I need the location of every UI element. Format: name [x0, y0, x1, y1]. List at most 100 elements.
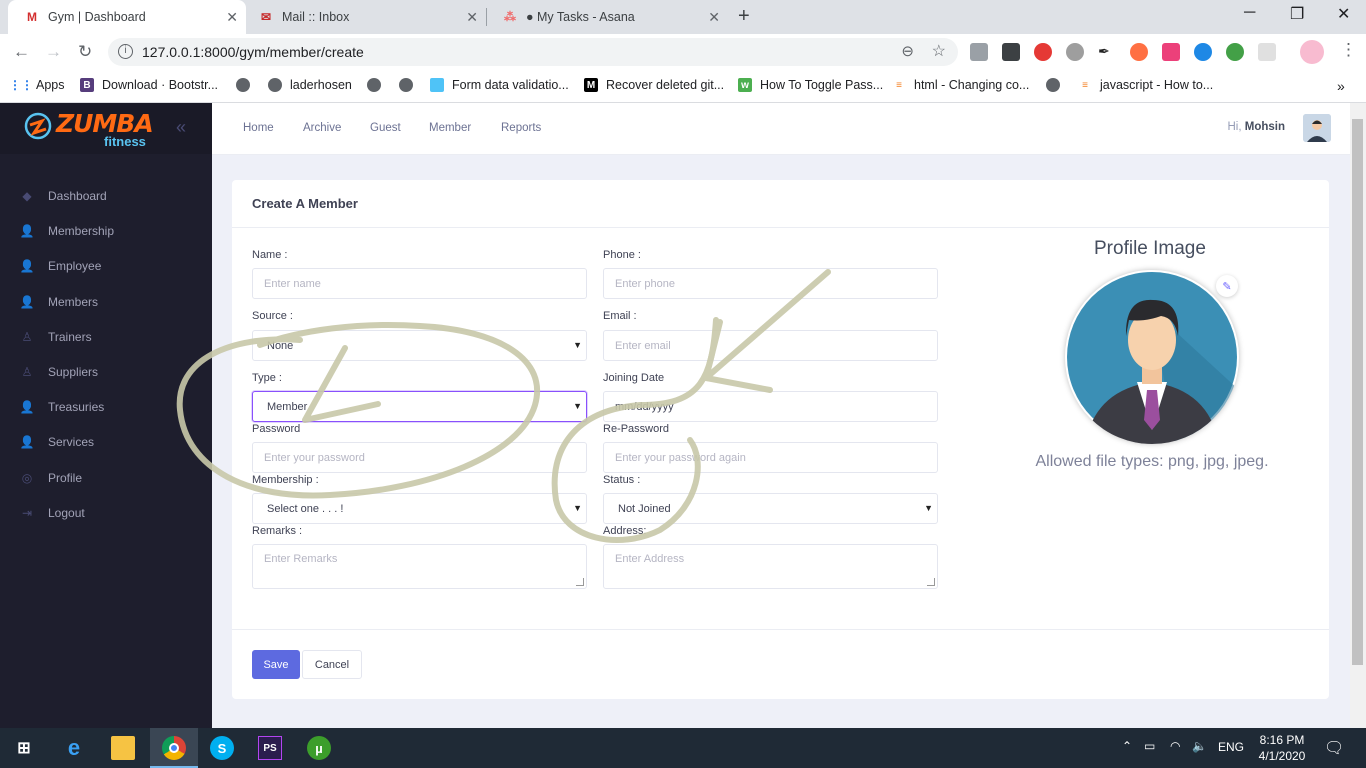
bookmark-globe[interactable]: [399, 78, 421, 92]
extension-icon[interactable]: [1226, 43, 1244, 61]
sidebar-item-suppliers[interactable]: ♙ Suppliers: [0, 354, 212, 389]
chevron-down-icon: ▼: [924, 503, 933, 513]
skype-icon[interactable]: S: [210, 736, 234, 760]
mail-icon: ✉: [260, 10, 272, 24]
extension-icon[interactable]: [1130, 43, 1148, 61]
globe-icon: [268, 78, 282, 92]
minimize-icon[interactable]: ─: [1244, 4, 1255, 22]
bookmark-laderhosen[interactable]: laderhosen: [268, 78, 352, 92]
sidebar-item-logout[interactable]: ⇥ Logout: [0, 495, 212, 530]
bookmark-javascript[interactable]: ≡ javascript - How to...: [1078, 78, 1213, 92]
save-button[interactable]: Save: [252, 650, 300, 679]
reload-icon[interactable]: ↻: [78, 42, 92, 62]
resize-handle-icon[interactable]: [927, 578, 935, 586]
close-icon[interactable]: ✕: [708, 9, 720, 26]
clock[interactable]: 8:16 PM 4/1/2020: [1252, 732, 1312, 764]
asana-icon: ⁂: [504, 10, 516, 24]
bookmark-html-changing[interactable]: ≡ html - Changing co...: [892, 78, 1029, 92]
bookmark-label: How To Toggle Pass...: [760, 78, 884, 92]
sidebar-item-treasuries[interactable]: 👤 Treasuries: [0, 389, 212, 424]
battery-icon[interactable]: ▭: [1144, 739, 1155, 753]
page-scrollbar[interactable]: [1350, 103, 1366, 728]
zoom-icon[interactable]: ⊖: [901, 42, 914, 60]
edit-pencil-icon[interactable]: ✎: [1216, 275, 1238, 297]
sidebar-item-profile[interactable]: ◎ Profile: [0, 460, 212, 495]
sidebar-item-membership[interactable]: 👤 Membership: [0, 213, 212, 248]
user-greeting[interactable]: Hi, Mohsin: [1227, 121, 1285, 133]
resize-handle-icon[interactable]: [576, 578, 584, 586]
tab-mail-inbox[interactable]: ✉ Mail :: Inbox ✕: [242, 0, 486, 34]
membership-select[interactable]: Select one . . . ! ▼: [252, 493, 587, 524]
taskbar-chrome-active[interactable]: [150, 728, 198, 768]
wordpress-icon[interactable]: [1066, 43, 1084, 61]
file-explorer-icon[interactable]: [111, 736, 135, 760]
address-bar[interactable]: i 127.0.0.1:8000/gym/member/create ⊖ ☆: [108, 38, 958, 66]
wifi-icon[interactable]: ◠: [1170, 739, 1180, 753]
language-indicator[interactable]: ENG: [1218, 740, 1244, 754]
windows-start-icon[interactable]: ⊞: [12, 736, 36, 760]
notifications-icon[interactable]: 🗨: [1324, 738, 1344, 758]
more-bookmarks-icon[interactable]: »: [1337, 78, 1345, 94]
extension-icon[interactable]: [1162, 43, 1180, 61]
sidebar-item-dashboard[interactable]: ◆ Dashboard: [0, 178, 212, 213]
email-input[interactable]: Enter email: [603, 330, 938, 361]
address-textarea[interactable]: Enter Address: [603, 544, 938, 589]
joining-date-input[interactable]: mm/dd/yyyy: [603, 391, 938, 422]
bookmark-globe[interactable]: [1046, 78, 1068, 92]
name-input[interactable]: Enter name: [252, 268, 587, 299]
new-tab-button[interactable]: +: [738, 5, 750, 28]
bookmark-form-validation[interactable]: Form data validatio...: [430, 78, 569, 92]
adblock-icon[interactable]: [1034, 43, 1052, 61]
remarks-textarea[interactable]: Enter Remarks: [252, 544, 587, 589]
tab-asana[interactable]: ⁂ ● My Tasks - Asana ✕: [486, 0, 728, 34]
avatar[interactable]: [1303, 114, 1331, 142]
phone-input[interactable]: Enter phone: [603, 268, 938, 299]
repassword-input[interactable]: Enter your password again: [603, 442, 938, 473]
nav-archive[interactable]: Archive: [303, 122, 341, 134]
menu-icon[interactable]: ⋮: [1340, 40, 1357, 60]
scrollbar-thumb[interactable]: [1352, 119, 1363, 665]
collapse-sidebar-icon[interactable]: «: [176, 117, 186, 138]
edge-icon[interactable]: e: [62, 735, 86, 760]
phpstorm-icon[interactable]: PS: [258, 736, 282, 760]
close-icon[interactable]: ✕: [466, 9, 478, 26]
window-close-icon[interactable]: ✕: [1337, 4, 1350, 24]
sidebar-item-services[interactable]: 👤 Services: [0, 424, 212, 459]
chevron-up-icon[interactable]: ⌃: [1122, 739, 1132, 753]
volume-icon[interactable]: 🔈: [1192, 739, 1207, 753]
bookmark-apps[interactable]: ⋮⋮ Apps: [9, 78, 65, 92]
tab-gym-dashboard[interactable]: M Gym | Dashboard ✕: [8, 0, 246, 34]
nav-member[interactable]: Member: [429, 122, 471, 134]
status-select[interactable]: Not Joined ▼: [603, 493, 938, 524]
back-icon[interactable]: ←: [13, 42, 30, 62]
nav-guest[interactable]: Guest: [370, 122, 401, 134]
type-select[interactable]: Member ▼: [252, 391, 587, 422]
source-select[interactable]: None ▼: [252, 330, 587, 361]
profile-image[interactable]: [1065, 270, 1239, 444]
site-info-icon[interactable]: i: [118, 44, 133, 59]
bookmark-recover-git[interactable]: M Recover deleted git...: [584, 78, 724, 92]
bookmark-star-icon[interactable]: ☆: [932, 41, 946, 61]
restore-icon[interactable]: ❐: [1290, 4, 1304, 24]
pen-icon[interactable]: ✒: [1098, 43, 1116, 61]
nav-reports[interactable]: Reports: [501, 122, 541, 134]
bookmark-bootstrap[interactable]: B Download · Bootstr...: [80, 78, 218, 92]
shield-icon[interactable]: [1258, 43, 1276, 61]
bookmark-globe[interactable]: [236, 78, 258, 92]
extension-icon[interactable]: [1194, 43, 1212, 61]
forward-icon[interactable]: →: [45, 42, 62, 62]
extension-icon[interactable]: [1002, 43, 1020, 61]
close-icon[interactable]: ✕: [226, 9, 238, 26]
profile-avatar-icon[interactable]: [1300, 40, 1324, 64]
nav-home[interactable]: Home: [243, 122, 274, 134]
bookmark-globe[interactable]: [367, 78, 389, 92]
utorrent-icon[interactable]: µ: [307, 736, 331, 760]
sidebar-item-members[interactable]: 👤 Members: [0, 284, 212, 319]
sidebar-item-employee[interactable]: 👤 Employee: [0, 248, 212, 283]
sidebar-item-label: Logout: [48, 505, 85, 520]
sidebar-item-trainers[interactable]: ♙ Trainers: [0, 319, 212, 354]
cancel-button[interactable]: Cancel: [302, 650, 362, 679]
password-input[interactable]: Enter your password: [252, 442, 587, 473]
bookmark-toggle-password[interactable]: w How To Toggle Pass...: [738, 78, 883, 92]
extension-icon[interactable]: [970, 43, 988, 61]
